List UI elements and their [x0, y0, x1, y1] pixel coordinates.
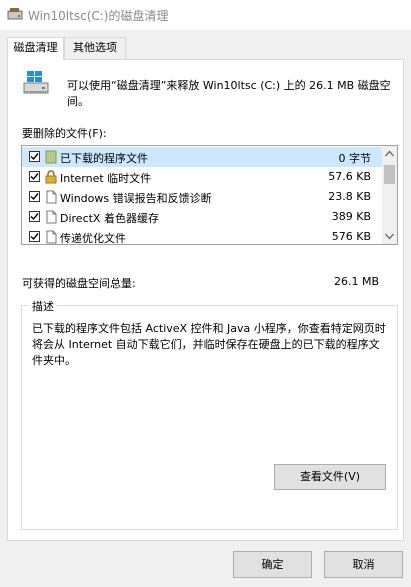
scroll-up-arrow-icon[interactable] [385, 150, 394, 157]
window-title: Win10ltsc(C:)的磁盘清理 [28, 9, 169, 23]
disk-cleanup-icon [7, 8, 23, 20]
checkmark-icon [30, 153, 39, 161]
total-space-label: 可获得的磁盘空间总量: [22, 277, 136, 290]
file-size: 57.6 KB [328, 170, 371, 183]
description-text: 已下载的程序文件包括 ActiveX 控件和 Java 小程序，你查看特定网页时… [32, 322, 386, 367]
file-list-scrollbar[interactable] [382, 146, 397, 244]
file-row-internet-temp[interactable]: Internet 临时文件 57.6 KB [22, 167, 383, 187]
file-icon [46, 230, 57, 244]
file-row-directx-cache[interactable]: DirectX 着色器缓存 389 KB [22, 207, 383, 227]
description-group: 描述 已下载的程序文件包括 ActiveX 控件和 Java 小程序，你查看特定… [21, 298, 398, 530]
file-row-delivery-optimization[interactable]: 传递优化文件 576 KB [22, 227, 383, 245]
checkbox-downloaded-programs[interactable] [29, 151, 40, 162]
checkmark-icon [30, 213, 39, 221]
cancel-button[interactable]: 取消 [324, 551, 403, 578]
file-name: Windows 错误报告和反馈诊断 [60, 192, 212, 205]
file-row-downloaded-programs[interactable]: 已下载的程序文件 0 字节 [22, 147, 383, 167]
title-bar: Win10ltsc(C:)的磁盘清理 [0, 0, 411, 30]
file-size: 0 字节 [338, 152, 372, 165]
disk-cleanup-panel: 可以使用“磁盘清理”来释放 Win10ltsc (C:) 上的 26.1 MB … [7, 59, 404, 541]
files-to-delete-label: 要删除的文件(F): [22, 127, 107, 140]
checkbox-delivery-optimization[interactable] [29, 231, 40, 242]
checkbox-directx-cache[interactable] [29, 211, 40, 222]
total-space-value: 26.1 MB [333, 275, 379, 288]
file-icon [46, 210, 57, 224]
lock-icon [45, 170, 57, 184]
folder-icon [45, 150, 57, 164]
description-legend: 描述 [29, 298, 57, 314]
scroll-thumb[interactable] [384, 165, 395, 184]
file-name: 已下载的程序文件 [60, 152, 148, 165]
file-name: 传递优化文件 [60, 232, 126, 245]
file-row-windows-error-reports[interactable]: Windows 错误报告和反馈诊断 23.8 KB [22, 187, 383, 207]
checkbox-internet-temp[interactable] [29, 171, 40, 182]
checkmark-icon [30, 233, 39, 241]
file-size: 389 KB [331, 210, 371, 223]
view-files-button[interactable]: 查看文件(V) [274, 464, 386, 490]
file-size: 576 KB [331, 230, 371, 243]
tab-disk-cleanup[interactable]: 磁盘清理 [7, 37, 64, 60]
file-name: DirectX 着色器缓存 [60, 212, 159, 225]
file-size: 23.8 KB [328, 190, 371, 203]
checkbox-windows-error-reports[interactable] [29, 191, 40, 202]
drive-icon [23, 71, 49, 94]
file-icon [46, 190, 57, 204]
file-list[interactable]: 已下载的程序文件 0 字节 Internet 临时文件 57.6 KB Wind… [21, 145, 398, 245]
checkmark-icon [30, 173, 39, 181]
scroll-down-arrow-icon[interactable] [385, 233, 394, 240]
file-name: Internet 临时文件 [60, 172, 152, 185]
checkmark-icon [30, 193, 39, 201]
ok-button[interactable]: 确定 [233, 551, 312, 578]
tab-more-options[interactable]: 其他选项 [64, 37, 126, 59]
intro-text: 可以使用“磁盘清理”来释放 Win10ltsc (C:) 上的 26.1 MB … [67, 79, 391, 108]
